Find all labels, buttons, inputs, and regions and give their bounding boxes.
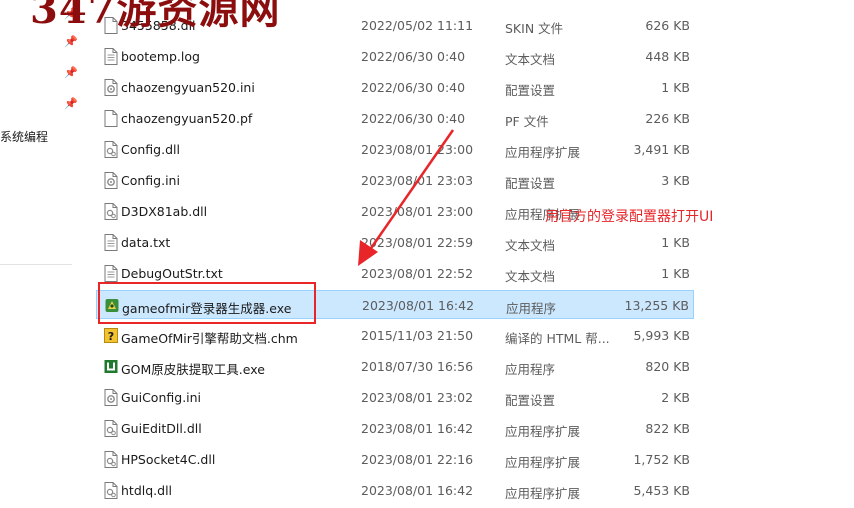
pin-icon[interactable]: 📌	[64, 98, 78, 110]
pin-icon[interactable]: 📌	[64, 36, 78, 48]
app-exe-green-icon	[104, 360, 118, 373]
annotation-text: 用官方的登录配置器打开UI	[545, 209, 714, 225]
text-file-icon	[104, 48, 118, 65]
nav-item-label[interactable]: 系统编程	[0, 128, 48, 145]
nav-divider	[0, 264, 72, 265]
file-date: 2018/07/30 16:56	[361, 359, 474, 374]
file-date: 2022/06/30 0:40	[361, 49, 466, 64]
file-size: 1 KB	[661, 235, 690, 250]
file-date: 2023/08/01 23:00	[361, 142, 474, 157]
file-size: 820 KB	[645, 359, 690, 374]
file-name: DebugOutStr.txt	[121, 266, 223, 281]
file-name: chaozengyuan520.pf	[121, 111, 253, 126]
file-name: GOM原皮肤提取工具.exe	[121, 362, 265, 377]
file-date: 2023/08/01 23:00	[361, 204, 474, 219]
dll-file-icon	[104, 420, 118, 437]
file-size: 1 KB	[661, 80, 690, 95]
file-row[interactable]: data.txt 2023/08/01 22:59 文本文档 1 KB	[96, 228, 694, 257]
file-size: 448 KB	[645, 49, 690, 64]
file-name: D3DX81ab.dll	[121, 204, 208, 219]
file-type: 应用程序扩展	[505, 145, 581, 160]
file-size: 822 KB	[645, 421, 690, 436]
dll-file-icon	[104, 203, 118, 220]
file-date: 2023/08/01 22:52	[361, 266, 474, 281]
file-type: 编译的 HTML 帮...	[505, 331, 610, 346]
file-row[interactable]: HPSocket4C.dll 2023/08/01 22:16 应用程序扩展 1,75…	[96, 445, 694, 474]
file-list: 3455858.dll 2022/05/02 11:11 SKIN 文件 626 KB…	[96, 0, 696, 508]
file-date: 2023/08/01 22:59	[361, 235, 474, 250]
file-date: 2023/08/01 22:16	[361, 452, 474, 467]
settings-file-icon	[104, 79, 118, 96]
file-type: 文本文档	[505, 269, 556, 284]
file-date: 2023/08/01 16:42	[361, 483, 474, 498]
file-name: GuiEditDll.dll	[121, 421, 202, 436]
settings-file-icon	[104, 389, 118, 406]
file-row[interactable]: chaozengyuan520.ini 2022/06/30 0:40 配置设置 1 …	[96, 73, 694, 102]
file-date: 2022/06/30 0:40	[361, 80, 466, 95]
file-size: 226 KB	[645, 111, 690, 126]
file-row[interactable]: GuiConfig.ini 2023/08/01 23:02 配置设置 2 KB	[96, 383, 694, 412]
file-name: bootemp.log	[121, 49, 200, 64]
file-name: data.txt	[121, 235, 171, 250]
file-size: 3,491 KB	[633, 142, 690, 157]
text-file-icon	[104, 265, 118, 282]
file-row[interactable]: GuiEditDll.dll 2023/08/01 16:42 应用程序扩展 822 …	[96, 414, 694, 443]
file-date: 2022/05/02 11:11	[361, 18, 474, 33]
file-type: 应用程序	[506, 301, 557, 316]
file-row[interactable]: Config.ini 2023/08/01 23:03 配置设置 3 KB	[96, 166, 694, 195]
navigation-pane: 📌 📌 📌 📌 系统编程	[0, 0, 82, 508]
file-size: 1,752 KB	[633, 452, 690, 467]
file-icon	[104, 110, 118, 127]
file-size: 626 KB	[645, 18, 690, 33]
file-name: htdlq.dll	[121, 483, 173, 498]
file-row[interactable]: GOM原皮肤提取工具.exe 2018/07/30 16:56 应用程序 820 KB	[96, 352, 694, 381]
file-date: 2023/08/01 16:42	[361, 421, 474, 436]
file-row[interactable]: bootemp.log 2022/06/30 0:40 文本文档 448 KB	[96, 42, 694, 71]
svg-text:?: ?	[108, 330, 114, 343]
explorer-window: 📌 📌 📌 📌 系统编程 3455858.dll 2022/05/02 11:11…	[0, 0, 854, 508]
dll-file-icon	[104, 451, 118, 468]
file-row[interactable]: htdlq.dll 2023/08/01 16:42 应用程序扩展 5,453 KB	[96, 476, 694, 505]
file-date: 2023/08/01 16:42	[362, 298, 475, 313]
file-date: 2015/11/03 21:50	[361, 328, 474, 343]
dll-file-icon	[104, 482, 118, 499]
file-date: 2023/08/01 23:02	[361, 390, 474, 405]
file-type: 应用程序扩展	[505, 424, 581, 439]
settings-file-icon	[104, 172, 118, 189]
file-date: 2022/06/30 0:40	[361, 111, 466, 126]
file-type: 文本文档	[505, 52, 556, 67]
file-date: 2023/08/01 23:03	[361, 173, 474, 188]
file-size: 2 KB	[661, 390, 690, 405]
file-row[interactable]: ? GameOfMir引擎帮助文档.chm 2015/11/03 21:50 编译的 …	[96, 321, 694, 350]
file-type: 应用程序扩展	[505, 486, 581, 501]
file-type: SKIN 文件	[505, 21, 564, 36]
file-name: HPSocket4C.dll	[121, 452, 216, 467]
file-row[interactable]: chaozengyuan520.pf 2022/06/30 0:40 PF 文件 22…	[96, 104, 694, 133]
help-chm-icon: ?	[104, 328, 118, 343]
file-type: 配置设置	[505, 393, 556, 408]
pin-icon[interactable]: 📌	[64, 67, 78, 79]
file-size: 5,453 KB	[633, 483, 690, 498]
file-row[interactable]: Config.dll 2023/08/01 23:00 应用程序扩展 3,491 KB	[96, 135, 694, 164]
file-name: GameOfMir引擎帮助文档.chm	[121, 331, 298, 346]
file-name: GuiConfig.ini	[121, 390, 202, 405]
file-type: 配置设置	[505, 83, 556, 98]
dll-file-icon	[104, 141, 118, 158]
file-type: 应用程序	[505, 362, 556, 377]
file-name: chaozengyuan520.ini	[121, 80, 255, 95]
file-type: 应用程序扩展	[505, 455, 581, 470]
file-size: 3 KB	[661, 173, 690, 188]
text-file-icon	[104, 234, 118, 251]
file-type: 文本文档	[505, 238, 556, 253]
file-type: 配置设置	[505, 176, 556, 191]
file-type: PF 文件	[505, 114, 549, 129]
file-name: Config.ini	[121, 173, 180, 188]
file-name: Config.dll	[121, 142, 180, 157]
file-size: 5,993 KB	[633, 328, 690, 343]
file-size: 13,255 KB	[624, 298, 689, 313]
watermark-logo: 347游资源网	[30, 0, 281, 33]
highlight-box	[98, 282, 316, 324]
file-size: 1 KB	[661, 266, 690, 281]
